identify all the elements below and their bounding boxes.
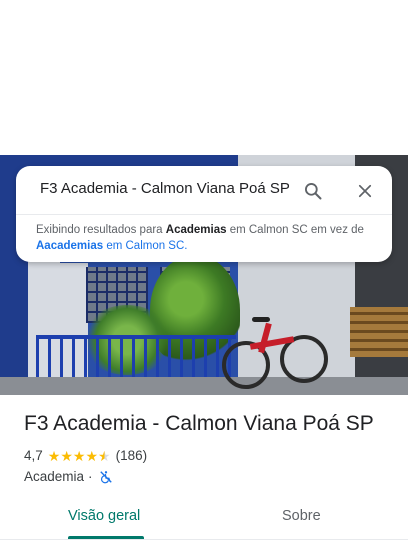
rating-row[interactable]: 4,7 ★ ★ ★ ★ ★ (186) — [24, 448, 147, 463]
star-icon: ★ — [47, 447, 61, 464]
search-box: F3 Academia - Calmon Viana Poá SP Exibin… — [16, 166, 392, 262]
close-icon — [358, 184, 372, 198]
photo-floor — [0, 377, 408, 395]
place-category[interactable]: Academia — [24, 469, 84, 484]
note-query: Academias — [165, 224, 227, 236]
divider — [16, 214, 392, 215]
search-icon — [305, 183, 322, 200]
tab-about[interactable]: Sobre — [282, 508, 321, 524]
star-icon: ★ — [72, 447, 86, 464]
search-button[interactable] — [300, 178, 326, 204]
place-tabs: Visão geral Sobre — [0, 500, 408, 550]
rating-value: 4,7 — [24, 448, 43, 463]
photo-pallets — [350, 307, 408, 357]
wheelchair-not-accessible-icon[interactable] — [99, 470, 113, 484]
tab-overview[interactable]: Visão geral — [68, 508, 140, 524]
clear-search-button[interactable] — [352, 178, 378, 204]
star-rating: ★ ★ ★ ★ ★ — [48, 449, 111, 463]
star-half-icon: ★ — [98, 447, 111, 464]
category-row: Academia · — [24, 469, 113, 484]
original-query-rest: em Calmon SC. — [103, 240, 188, 252]
review-count[interactable]: (186) — [116, 448, 148, 463]
note-middle: em Calmon SC em vez de — [226, 224, 364, 236]
photo-bike-seat — [252, 317, 270, 322]
original-query-link[interactable]: Aacademias em Calmon SC. — [36, 240, 187, 252]
search-correction-note: Exibindo resultados para Academias em Ca… — [36, 222, 376, 254]
original-query-bold: Aacademias — [36, 240, 104, 252]
search-input[interactable]: F3 Academia - Calmon Viana Poá SP — [40, 180, 290, 197]
note-prefix: Exibindo resultados para — [36, 224, 166, 236]
star-icon: ★ — [60, 447, 73, 464]
divider — [0, 539, 408, 540]
separator: · — [88, 469, 93, 484]
place-title: F3 Academia - Calmon Viana Poá SP — [24, 412, 374, 435]
star-icon: ★ — [85, 447, 99, 464]
